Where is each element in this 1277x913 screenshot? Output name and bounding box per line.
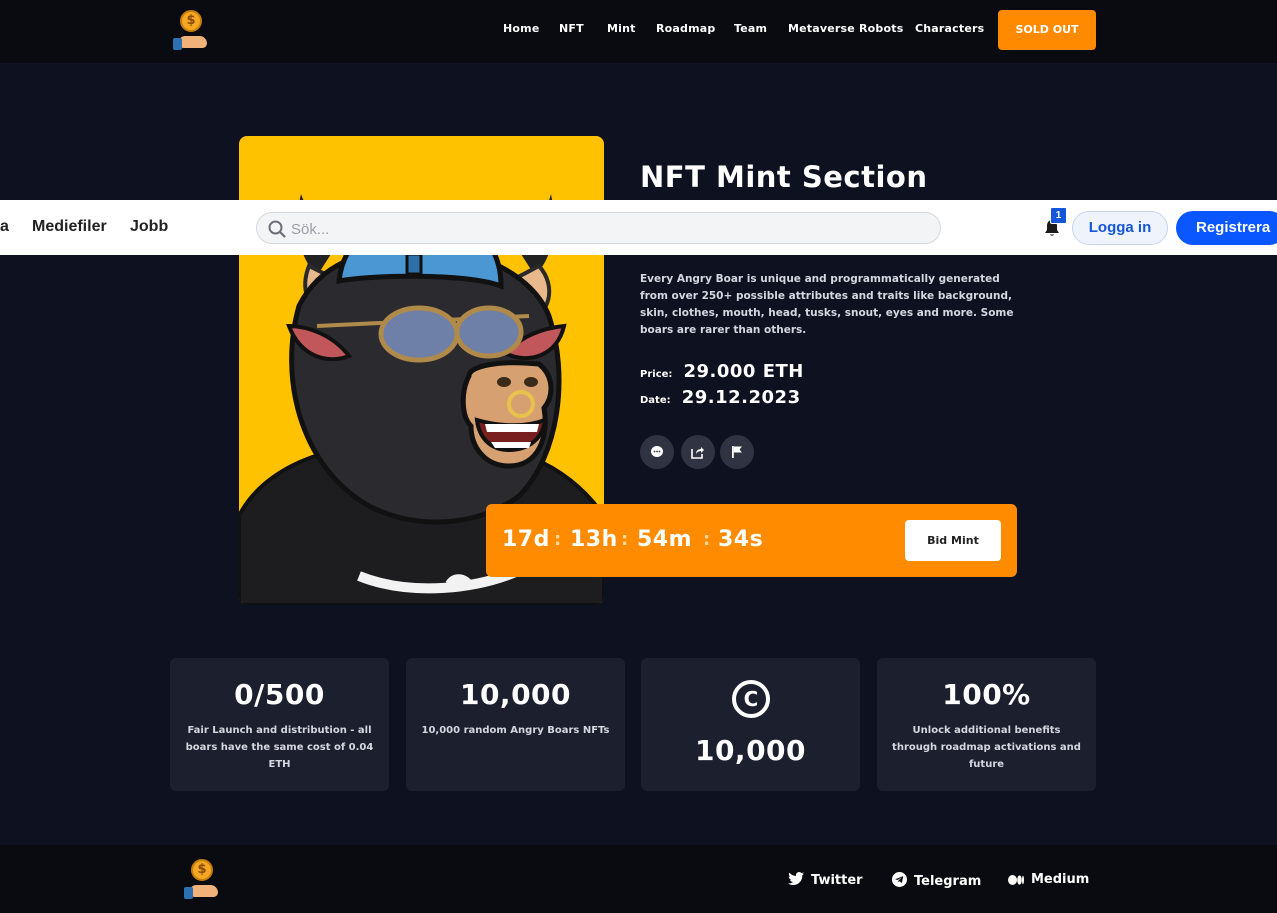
twitter-label: Twitter xyxy=(811,873,863,888)
stat-description: 10,000 random Angry Boars NFTs xyxy=(421,725,610,736)
register-button[interactable]: Registrera xyxy=(1176,211,1277,245)
sold-out-button[interactable]: SOLD OUT xyxy=(998,10,1096,50)
nav-tab-jobb[interactable]: Jobb xyxy=(130,218,168,236)
nav-roadmap[interactable]: Roadmap xyxy=(656,22,715,35)
stat-card: 10,000 10,000 random Angry Boars NFTs xyxy=(406,658,625,791)
stat-description: Fair Launch and distribution - all boars… xyxy=(185,725,374,770)
twitter-icon xyxy=(788,872,804,885)
coin-icon: $ xyxy=(180,10,202,32)
stat-value: 100% xyxy=(942,678,1031,711)
hand-icon xyxy=(173,34,207,50)
footer-logo-icon[interactable]: $ xyxy=(182,859,222,903)
logo-icon[interactable]: $ xyxy=(171,10,211,54)
stat-description: Unlock additional benefits through roadm… xyxy=(892,725,1081,770)
twitter-link[interactable]: Twitter xyxy=(788,872,863,888)
price-row: Price: 29.000 ETH xyxy=(640,361,804,382)
nav-tab-partial[interactable]: a xyxy=(0,218,9,236)
price-label: Price: xyxy=(640,369,673,380)
hand-icon xyxy=(184,883,218,899)
share-button[interactable] xyxy=(681,435,715,469)
stat-card: 0/500 Fair Launch and distribution - all… xyxy=(170,658,389,791)
stat-value: 10,000 xyxy=(694,734,807,767)
medium-icon xyxy=(1008,875,1024,885)
search-box xyxy=(256,212,941,244)
bid-mint-button[interactable]: Bid Mint xyxy=(905,520,1001,561)
nav-tab-mediefiler[interactable]: Mediefiler xyxy=(32,218,107,236)
flag-icon xyxy=(732,446,742,458)
stat-value: 10,000 xyxy=(459,678,572,711)
countdown-separator: : xyxy=(554,529,562,550)
login-button[interactable]: Logga in xyxy=(1072,211,1168,245)
flag-button[interactable] xyxy=(720,435,754,469)
nav-characters[interactable]: Characters xyxy=(915,22,984,35)
search-input[interactable] xyxy=(291,219,911,239)
price-value: 29.000 ETH xyxy=(683,361,804,382)
countdown-separator: : xyxy=(621,529,629,550)
date-value: 29.12.2023 xyxy=(681,387,801,408)
telegram-icon xyxy=(892,872,907,887)
footer: $ Twitter Telegram Medium xyxy=(0,845,1277,913)
search-icon xyxy=(268,220,286,238)
stat-card: C 10,000 xyxy=(641,658,860,791)
nav-home[interactable]: Home xyxy=(503,22,540,35)
mint-description: Every Angry Boar is unique and programma… xyxy=(640,273,1014,336)
notification-badge: 1 xyxy=(1050,207,1067,224)
nav-metaverse-robots[interactable]: Metaverse Robots xyxy=(788,22,903,35)
overlay-header-bar: a Mediefiler Jobb Logga in Registrera xyxy=(0,200,1277,255)
countdown-seconds: 34s xyxy=(718,527,764,552)
nav-nft[interactable]: NFT xyxy=(559,22,584,35)
countdown-hours: 13h xyxy=(570,527,618,552)
telegram-link[interactable]: Telegram xyxy=(892,872,981,889)
medium-label: Medium xyxy=(1031,872,1090,887)
mint-title: NFT Mint Section xyxy=(640,160,928,194)
date-label: Date: xyxy=(640,395,671,406)
stat-card: 100% Unlock additional benefits through … xyxy=(877,658,1096,791)
comment-button[interactable] xyxy=(640,435,674,469)
telegram-label: Telegram xyxy=(914,874,982,889)
coin-icon: $ xyxy=(191,859,213,881)
date-row: Date: 29.12.2023 xyxy=(640,387,801,408)
countdown-panel: 17d : 13h : 54m : 34s Bid Mint xyxy=(486,504,1017,577)
nav-mint[interactable]: Mint xyxy=(607,22,636,35)
top-navbar: $ Home NFT Mint Roadmap Team Metaverse R… xyxy=(0,0,1277,63)
countdown-minutes: 54m xyxy=(637,527,693,552)
nav-team[interactable]: Team xyxy=(734,22,767,35)
copyright-icon: C xyxy=(732,680,770,718)
share-icon xyxy=(691,447,704,459)
stat-value: 0/500 xyxy=(234,678,325,711)
comment-icon xyxy=(651,446,663,457)
countdown-days: 17d xyxy=(502,527,550,552)
medium-link[interactable]: Medium xyxy=(1008,872,1089,887)
countdown-separator: : xyxy=(703,529,711,550)
